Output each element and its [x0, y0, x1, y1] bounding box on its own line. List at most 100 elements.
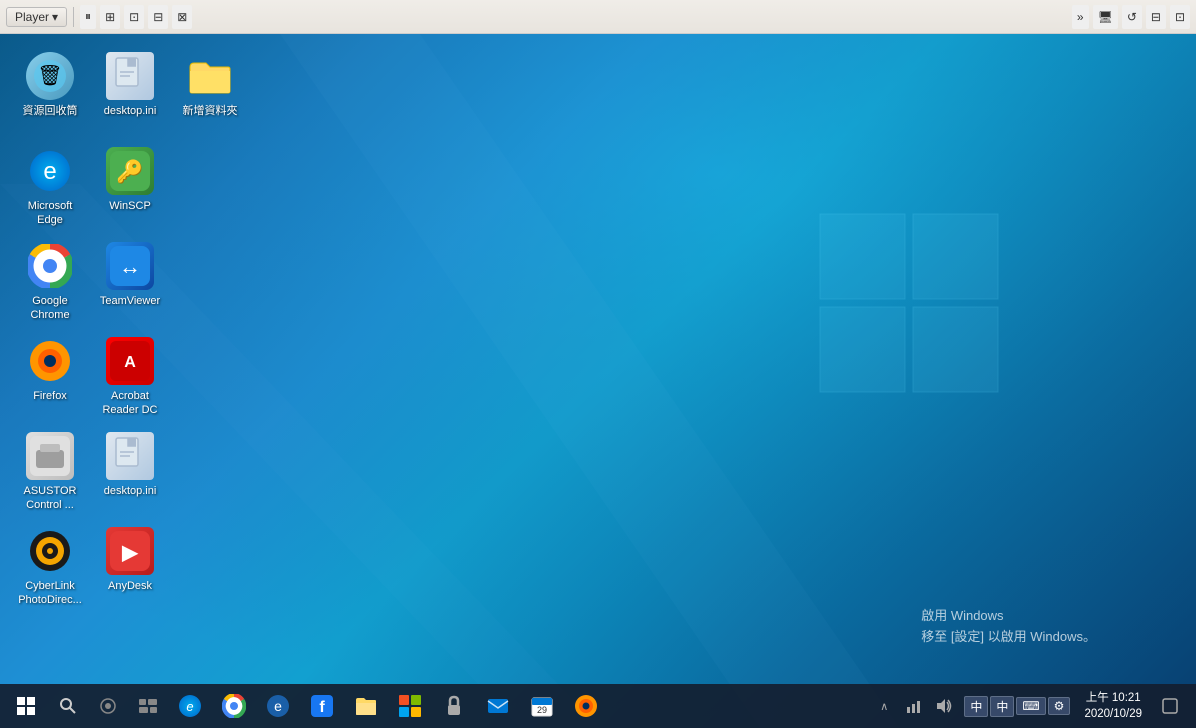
- toolbar-btn-4[interactable]: ⊟: [148, 5, 168, 29]
- toolbar-right-btn-2[interactable]: 🖥: [1093, 5, 1118, 29]
- task-view-button[interactable]: [128, 684, 168, 728]
- icon-empty-3: [170, 329, 250, 424]
- cortana-icon: [99, 697, 117, 715]
- search-icon: [59, 697, 77, 715]
- winscp-icon: 🔑: [106, 147, 154, 195]
- asustor-label: ASUSTOR Control ...: [14, 484, 86, 513]
- icon-winscp[interactable]: 🔑 WinSCP: [90, 139, 170, 234]
- tray-volume-icon[interactable]: [930, 684, 958, 728]
- desktop-ini-2-label: desktop.ini: [104, 484, 157, 498]
- icon-microsoft-edge[interactable]: e Microsoft Edge: [10, 139, 90, 234]
- player-label: Player: [15, 10, 49, 24]
- icon-recycle-bin[interactable]: 🗑 資源回收筒: [10, 44, 90, 139]
- ime-area: 中 中 ⌨ ⚙: [960, 696, 1074, 717]
- anydesk-icon: ▶: [106, 527, 154, 575]
- microsoft-edge-label: Microsoft Edge: [14, 199, 86, 228]
- svg-text:f: f: [319, 699, 325, 716]
- icon-desktop-ini-2[interactable]: desktop.ini: [90, 424, 170, 519]
- tray-expand-button[interactable]: ∧: [870, 684, 898, 728]
- recycle-bin-icon: 🗑: [26, 52, 74, 100]
- network-icon: [905, 697, 923, 715]
- firefox-icon: [26, 337, 74, 385]
- ime-lang-btn[interactable]: 中: [964, 696, 988, 717]
- icon-firefox[interactable]: Firefox: [10, 329, 90, 424]
- svg-text:A: A: [124, 354, 136, 371]
- teamviewer-label: TeamViewer: [100, 294, 160, 308]
- icon-desktop-ini-1[interactable]: desktop.ini: [90, 44, 170, 139]
- start-button[interactable]: [4, 684, 48, 728]
- cyberlink-label: CyberLink PhotoDirec...: [14, 579, 86, 608]
- empty-slot-4-icon: [186, 432, 234, 480]
- icon-asustor[interactable]: ASUSTOR Control ...: [10, 424, 90, 519]
- taskbar-lock-app[interactable]: [432, 684, 476, 728]
- toolbar-right-btn-5[interactable]: ⊡: [1170, 5, 1190, 29]
- toolbar-right-btn-1[interactable]: »: [1072, 5, 1089, 29]
- cortana-button[interactable]: [88, 684, 128, 728]
- toolbar-right: » 🖥 ↺ ⊟ ⊡: [1072, 5, 1190, 29]
- svg-text:▶: ▶: [121, 542, 139, 564]
- icon-teamviewer[interactable]: ↔ TeamViewer: [90, 234, 170, 329]
- taskbar-files-app[interactable]: [344, 684, 388, 728]
- icon-google-chrome[interactable]: Google Chrome: [10, 234, 90, 329]
- search-button[interactable]: [48, 684, 88, 728]
- player-dropdown-arrow: ▾: [52, 10, 58, 24]
- taskview-icon: [139, 699, 157, 713]
- desktop: 🗑 資源回收筒 desktop.ini 新增資料夾 e Microsoft Ed…: [0, 34, 1196, 728]
- toolbar-right-btn-4[interactable]: ⊟: [1146, 5, 1166, 29]
- toolbar-btn-3[interactable]: ⊡: [124, 5, 144, 29]
- taskbar-facebook-app[interactable]: f: [300, 684, 344, 728]
- icon-empty-4: [170, 424, 250, 519]
- acrobat-label: Acrobat Reader DC: [94, 389, 166, 418]
- taskbar-date: 2020/10/29: [1084, 706, 1142, 722]
- google-chrome-label: Google Chrome: [14, 294, 86, 323]
- svg-text:🔑: 🔑: [116, 158, 143, 185]
- ime-mode-btn[interactable]: 中: [990, 696, 1014, 717]
- taskbar-mail-app[interactable]: [476, 684, 520, 728]
- toolbar-separator-1: [73, 7, 74, 27]
- activate-title: 啟用 Windows: [921, 606, 1096, 627]
- recycle-bin-label: 資源回收筒: [23, 104, 78, 118]
- ime-input-btn[interactable]: ⌨: [1016, 697, 1045, 715]
- toolbar-btn-2[interactable]: ⊞: [100, 5, 120, 29]
- taskbar-system-tray: ∧ 中 中 ⌨ ⚙ 上午 10:21 2020/10/29: [870, 684, 1192, 728]
- empty-slot-1-icon: [186, 147, 234, 195]
- toolbar-btn-5[interactable]: ⊠: [172, 5, 192, 29]
- anydesk-label: AnyDesk: [108, 579, 152, 593]
- toolbar-right-btn-3[interactable]: ↺: [1122, 5, 1142, 29]
- svg-text:↔: ↔: [119, 254, 141, 279]
- taskbar-ie-app[interactable]: e: [256, 684, 300, 728]
- taskbar-firefox-app[interactable]: [564, 684, 608, 728]
- google-chrome-icon: [26, 242, 74, 290]
- icon-empty-2: [170, 234, 250, 329]
- taskbar-edge-app[interactable]: e: [168, 684, 212, 728]
- icon-cyberlink[interactable]: CyberLink PhotoDirec...: [10, 519, 90, 614]
- desktop-ini-1-icon: [106, 52, 154, 100]
- new-folder-icon: [186, 52, 234, 100]
- ime-settings-btn[interactable]: ⚙: [1048, 697, 1071, 715]
- tray-network-icon[interactable]: [900, 684, 928, 728]
- notification-center-button[interactable]: [1152, 684, 1188, 728]
- taskbar-clock[interactable]: 上午 10:21 2020/10/29: [1076, 684, 1150, 728]
- teamviewer-icon: ↔: [106, 242, 154, 290]
- empty-slot-3-icon: [186, 337, 234, 385]
- svg-text:e: e: [186, 699, 193, 714]
- svg-text:e: e: [43, 158, 56, 185]
- vmware-toolbar: Player ▾ ⏸ ⊞ ⊡ ⊟ ⊠ » 🖥 ↺ ⊟ ⊡: [0, 0, 1196, 34]
- icon-acrobat[interactable]: A Acrobat Reader DC: [90, 329, 170, 424]
- activate-subtitle: 移至 [設定] 以啟用 Windows。: [921, 627, 1096, 648]
- microsoft-edge-icon: e: [26, 147, 74, 195]
- icon-anydesk[interactable]: ▶ AnyDesk: [90, 519, 170, 614]
- empty-slot-2-icon: [186, 242, 234, 290]
- taskbar-calendar-app[interactable]: 29: [520, 684, 564, 728]
- taskbar: e e f: [0, 684, 1196, 728]
- taskbar-store-app[interactable]: [388, 684, 432, 728]
- new-folder-label: 新增資料夾: [183, 104, 238, 118]
- taskbar-pinned-apps: e e f: [168, 684, 608, 728]
- taskbar-chrome-app[interactable]: [212, 684, 256, 728]
- toolbar-pause-btn[interactable]: ⏸: [80, 5, 96, 29]
- player-menu-button[interactable]: Player ▾: [6, 7, 67, 27]
- desktop-ini-2-icon: [106, 432, 154, 480]
- desktop-icons-grid: 🗑 資源回收筒 desktop.ini 新增資料夾 e Microsoft Ed…: [10, 44, 250, 614]
- svg-text:e: e: [274, 698, 282, 714]
- icon-new-folder[interactable]: 新增資料夾: [170, 44, 250, 139]
